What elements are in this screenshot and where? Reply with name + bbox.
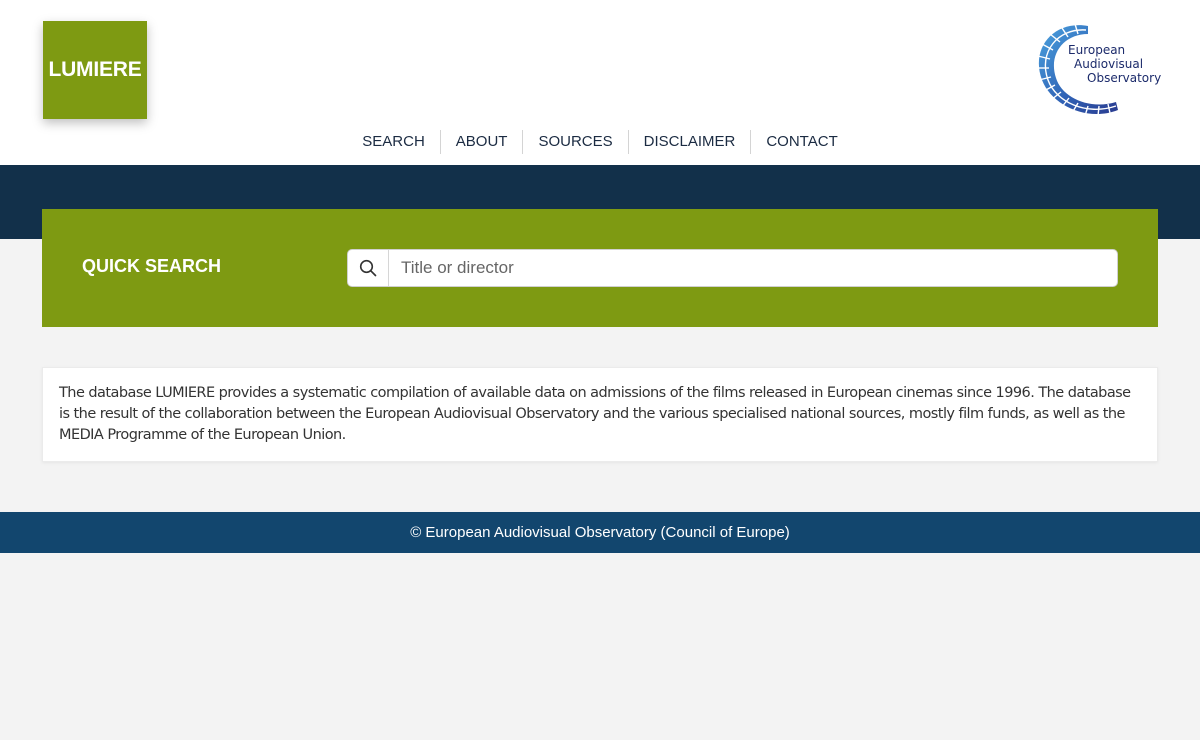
search-button[interactable]	[348, 250, 389, 286]
nav-search[interactable]: SEARCH	[347, 130, 440, 154]
observatory-line-1: European	[1068, 43, 1126, 57]
search-input[interactable]	[390, 250, 1116, 286]
lumiere-logo[interactable]: LUMIERE	[43, 21, 147, 119]
observatory-logo[interactable]: European Audiovisual Observatory	[1030, 20, 1165, 120]
main-nav: SEARCH ABOUT SOURCES DISCLAIMER CONTACT	[0, 130, 1200, 154]
footer-copyright: © European Audiovisual Observatory (Coun…	[410, 524, 790, 541]
page-header: LUMIERE European Audiovisual Observatory…	[0, 0, 1200, 165]
logo-text: LUMIERE	[48, 58, 142, 81]
observatory-line-3: Observatory	[1087, 71, 1162, 85]
info-text: The database LUMIERE provides a systemat…	[59, 385, 1131, 443]
search-box	[347, 249, 1118, 287]
nav-contact[interactable]: CONTACT	[750, 130, 852, 154]
page-footer: © European Audiovisual Observatory (Coun…	[0, 512, 1200, 553]
quick-search-panel: QUICK SEARCH	[42, 209, 1158, 327]
observatory-line-2: Audiovisual	[1074, 57, 1144, 71]
nav-sources[interactable]: SOURCES	[522, 130, 627, 154]
nav-about[interactable]: ABOUT	[439, 130, 523, 154]
nav-disclaimer[interactable]: DISCLAIMER	[627, 130, 751, 154]
info-panel: The database LUMIERE provides a systemat…	[42, 367, 1158, 462]
quick-search-label: QUICK SEARCH	[82, 256, 222, 276]
search-icon	[359, 259, 377, 277]
